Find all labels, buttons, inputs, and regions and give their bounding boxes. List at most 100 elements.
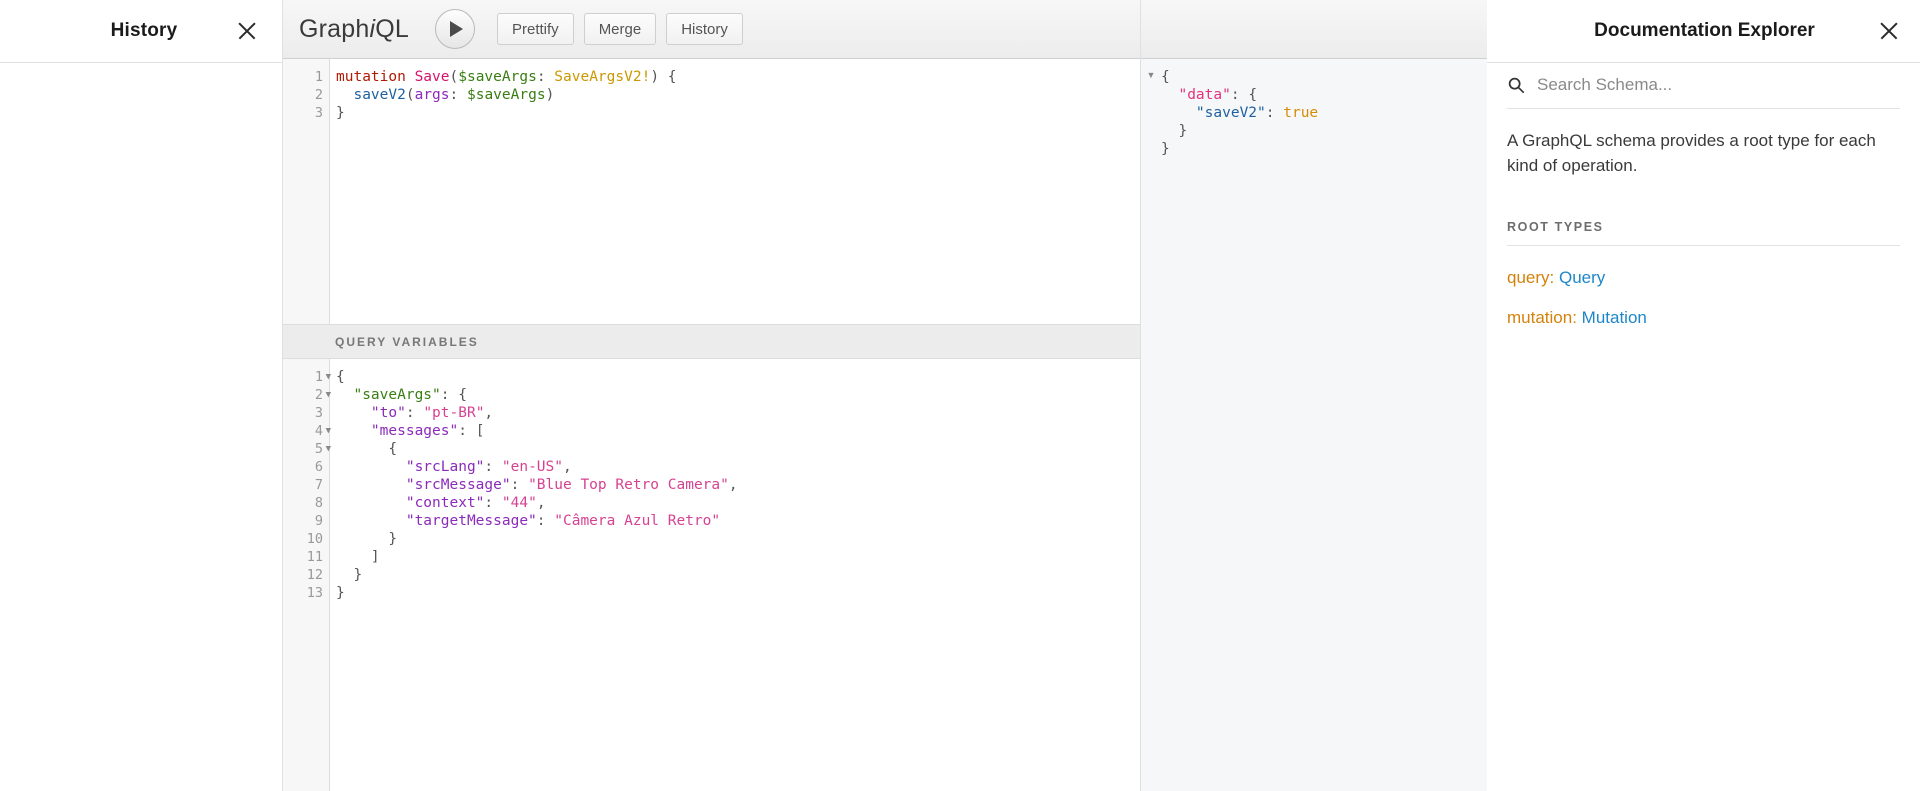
code-token: , (484, 405, 493, 421)
code-token: "messages" (371, 423, 458, 439)
code-token: : (406, 405, 423, 421)
code-token: "saveArgs" (353, 387, 440, 403)
doc-explorer-body: A GraphQL schema provides a root type fo… (1487, 63, 1920, 791)
code-token: : (484, 459, 501, 475)
code-token: { (336, 441, 397, 457)
code-token: "pt-BR" (423, 405, 484, 421)
variables-code[interactable]: { "saveArgs": { "to": "pt-BR", "messages… (330, 359, 1140, 791)
root-type-row[interactable]: query: Query (1507, 246, 1900, 288)
line-number: 8 (283, 494, 329, 512)
history-panel: History (0, 0, 283, 791)
code-token: "saveV2" (1196, 105, 1266, 121)
code-token: "srcMessage" (406, 477, 511, 493)
root-type-link[interactable]: Query (1559, 268, 1605, 287)
code-token (336, 459, 406, 475)
query-line-numbers: 123 (283, 59, 330, 324)
graphiql-app: History GraphiQL Prettify Merge History … (0, 0, 1920, 791)
code-line: } (336, 104, 1140, 122)
root-type-row[interactable]: mutation: Mutation (1507, 288, 1900, 328)
response-toolbar (1141, 0, 1487, 59)
code-token: Save (415, 69, 450, 85)
code-token: true (1283, 105, 1318, 121)
history-list (0, 63, 282, 791)
doc-explorer-header: Documentation Explorer (1487, 0, 1920, 63)
line-number: 13 (283, 584, 329, 602)
merge-button[interactable]: Merge (584, 13, 657, 45)
line-number: 6 (283, 458, 329, 476)
code-token (336, 405, 371, 421)
variables-line-numbers: 1▼2▼34▼5▼678910111213 (283, 359, 330, 791)
line-number: 10 (283, 530, 329, 548)
code-token (336, 387, 353, 403)
code-line: } (1161, 122, 1487, 140)
code-token (336, 87, 353, 103)
code-line: "to": "pt-BR", (336, 404, 1140, 422)
response-body: ▼ { "data": { "saveV2": true }} (1141, 59, 1487, 791)
play-triangle (450, 21, 463, 37)
code-line: "saveArgs": { (336, 386, 1140, 404)
line-number: 5▼ (283, 440, 329, 458)
fold-toggle-icon[interactable]: ▼ (326, 386, 331, 404)
code-token: "srcLang" (406, 459, 485, 475)
root-type-field: mutation: (1507, 308, 1582, 327)
code-line: { (1161, 68, 1487, 86)
root-types-label: ROOT TYPES (1507, 220, 1900, 234)
query-variables-label: QUERY VARIABLES (335, 335, 479, 349)
code-token: "context" (406, 495, 485, 511)
line-number: 2▼ (283, 386, 329, 404)
code-token: } (336, 567, 362, 583)
code-token (406, 69, 415, 85)
code-line: } (336, 530, 1140, 548)
code-token: args (415, 87, 450, 103)
search-input[interactable] (1537, 75, 1900, 95)
line-number: 1▼ (283, 368, 329, 386)
line-number: 3 (283, 104, 329, 122)
code-token: : (511, 477, 528, 493)
editor-toolbar: GraphiQL Prettify Merge History (283, 0, 1140, 59)
response-code: { "data": { "saveV2": true }} (1161, 68, 1487, 791)
history-button[interactable]: History (666, 13, 743, 45)
code-token: ) { (650, 69, 676, 85)
code-token (1161, 105, 1196, 121)
root-type-link[interactable]: Mutation (1582, 308, 1647, 327)
code-token (336, 477, 406, 493)
chevron-down-icon[interactable]: ▼ (1141, 68, 1161, 791)
schema-description: A GraphQL schema provides a root type fo… (1507, 109, 1887, 178)
query-code[interactable]: mutation Save($saveArgs: SaveArgsV2!) { … (330, 59, 1140, 324)
code-token: { (336, 369, 345, 385)
prettify-button[interactable]: Prettify (497, 13, 574, 45)
code-line: "saveV2": true (1161, 104, 1487, 122)
code-token: ( (406, 87, 415, 103)
schema-search-row[interactable] (1507, 63, 1900, 109)
code-line: } (336, 566, 1140, 584)
variables-editor[interactable]: 1▼2▼34▼5▼678910111213 { "saveArgs": { "t… (283, 359, 1140, 791)
play-icon[interactable] (435, 9, 475, 49)
code-token: : { (1231, 87, 1257, 103)
query-variables-header[interactable]: QUERY VARIABLES (283, 324, 1140, 359)
code-token: : (484, 495, 501, 511)
code-token: : (1266, 105, 1283, 121)
response-panel: ▼ { "data": { "saveV2": true }} (1140, 0, 1487, 791)
close-icon[interactable] (234, 18, 260, 44)
code-token: "44" (502, 495, 537, 511)
line-number: 9 (283, 512, 329, 530)
code-line: mutation Save($saveArgs: SaveArgsV2!) { (336, 68, 1140, 86)
logo-suffix: QL (375, 15, 409, 43)
code-token: "data" (1178, 87, 1230, 103)
fold-toggle-icon[interactable]: ▼ (326, 368, 331, 386)
code-token: $saveArgs (467, 87, 546, 103)
doc-explorer-title: Documentation Explorer (1507, 20, 1876, 42)
editor-column: GraphiQL Prettify Merge History 123 muta… (283, 0, 1140, 791)
code-token: : [ (458, 423, 484, 439)
code-token: } (1161, 141, 1170, 157)
code-line: "srcMessage": "Blue Top Retro Camera", (336, 476, 1140, 494)
code-token: "Blue Top Retro Camera" (528, 477, 729, 493)
fold-toggle-icon[interactable]: ▼ (326, 422, 331, 440)
code-token: { (1161, 69, 1170, 85)
close-icon[interactable] (1876, 18, 1902, 44)
fold-toggle-icon[interactable]: ▼ (326, 440, 331, 458)
code-line: } (1161, 140, 1487, 158)
logo-prefix: Graph (299, 15, 369, 43)
code-token (1161, 87, 1178, 103)
query-editor[interactable]: 123 mutation Save($saveArgs: SaveArgsV2!… (283, 59, 1140, 324)
